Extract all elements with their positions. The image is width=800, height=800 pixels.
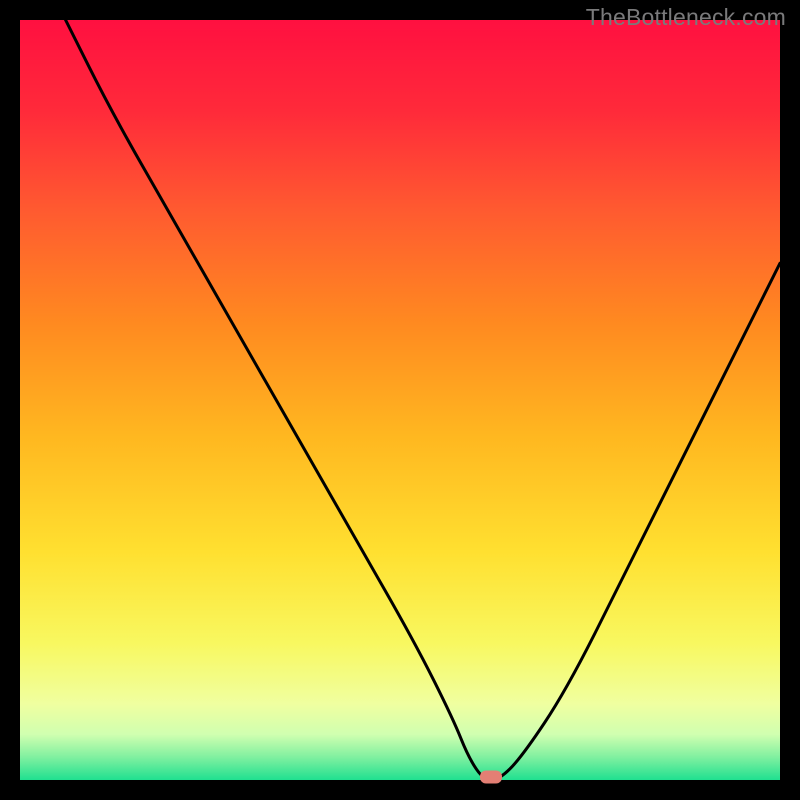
chart-frame: TheBottleneck.com bbox=[0, 0, 800, 800]
optimal-point-marker bbox=[480, 771, 502, 784]
plot-area bbox=[20, 20, 780, 780]
heat-background bbox=[20, 20, 780, 780]
bottleneck-chart bbox=[20, 20, 780, 780]
watermark-label: TheBottleneck.com bbox=[586, 4, 786, 31]
